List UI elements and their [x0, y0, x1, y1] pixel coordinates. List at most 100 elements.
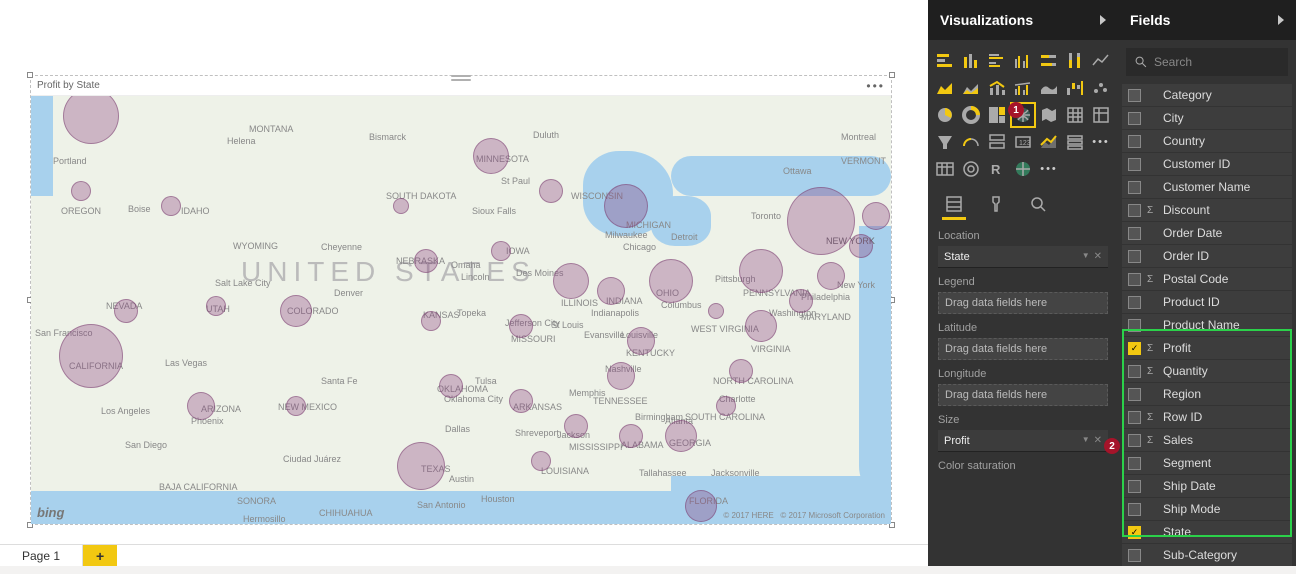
map-bubble[interactable]	[665, 420, 697, 452]
map-bubble[interactable]	[597, 277, 625, 305]
field-item[interactable]: Product ID	[1122, 291, 1292, 313]
field-item[interactable]: ΣQuantity	[1122, 360, 1292, 382]
map-bubble[interactable]	[473, 138, 509, 174]
field-item[interactable]: ΣDiscount	[1122, 199, 1292, 221]
field-checkbox[interactable]	[1128, 204, 1141, 217]
field-item[interactable]: Sub-Category	[1122, 544, 1292, 566]
field-item[interactable]: Customer Name	[1122, 176, 1292, 198]
matrix-icon[interactable]	[1090, 104, 1112, 126]
well-latitude[interactable]: Drag data fields here	[938, 338, 1108, 360]
field-checkbox[interactable]: ✓	[1128, 342, 1141, 355]
field-checkbox[interactable]	[1128, 250, 1141, 263]
field-item[interactable]: Segment	[1122, 452, 1292, 474]
field-checkbox[interactable]	[1128, 503, 1141, 516]
map-bubble[interactable]	[509, 389, 533, 413]
field-checkbox[interactable]	[1128, 89, 1141, 102]
chevron-down-icon[interactable]: ▼	[1082, 251, 1090, 262]
map-bubble[interactable]	[745, 310, 777, 342]
field-checkbox[interactable]	[1128, 296, 1141, 309]
map-bubble[interactable]	[849, 234, 873, 258]
well-longitude[interactable]: Drag data fields here	[938, 384, 1108, 406]
add-page-button[interactable]: +	[83, 545, 117, 566]
map-bubble[interactable]	[862, 202, 890, 230]
table-icon[interactable]	[1064, 104, 1086, 126]
field-item[interactable]: Region	[1122, 383, 1292, 405]
report-canvas[interactable]: Profit by State ••• UNITED STATES OREGON…	[0, 0, 928, 566]
map-bubble[interactable]	[539, 179, 563, 203]
line-stacked-column-icon[interactable]	[986, 77, 1008, 99]
field-checkbox[interactable]	[1128, 434, 1141, 447]
map-bubble[interactable]	[114, 299, 138, 323]
map-bubble[interactable]	[286, 396, 306, 416]
field-checkbox[interactable]	[1128, 227, 1141, 240]
field-item[interactable]: Category	[1122, 84, 1292, 106]
line-clustered-column-icon[interactable]	[1012, 77, 1034, 99]
map-bubble[interactable]	[206, 296, 226, 316]
map-bubble[interactable]	[649, 259, 693, 303]
well-size[interactable]: Profit ▼✕	[938, 430, 1108, 452]
chevron-down-icon[interactable]: ▼	[1082, 435, 1090, 446]
map-bubble[interactable]	[716, 396, 736, 416]
treemap-icon[interactable]	[986, 104, 1008, 126]
well-legend[interactable]: Drag data fields here	[938, 292, 1108, 314]
more-options-icon[interactable]: •••	[866, 79, 885, 93]
map-bubble[interactable]	[59, 324, 123, 388]
scatter-icon[interactable]	[1090, 77, 1112, 99]
map-bubble[interactable]	[414, 249, 438, 273]
map-bubble[interactable]	[491, 241, 511, 261]
stacked-bar-icon[interactable]	[934, 50, 956, 72]
hundred-bar-icon[interactable]	[1038, 50, 1060, 72]
r-visual-icon[interactable]: R	[986, 158, 1008, 180]
field-checkbox[interactable]	[1128, 135, 1141, 148]
field-item[interactable]: Product Name	[1122, 314, 1292, 336]
resize-handle[interactable]	[889, 72, 895, 78]
remove-icon[interactable]: ✕	[1094, 435, 1102, 446]
clustered-bar-icon[interactable]	[986, 50, 1008, 72]
field-item[interactable]: ✓State	[1122, 521, 1292, 543]
pie-icon[interactable]	[934, 104, 956, 126]
filled-map-icon[interactable]	[1038, 104, 1060, 126]
kpi-icon[interactable]	[1038, 131, 1060, 153]
hundred-column-icon[interactable]	[1064, 50, 1086, 72]
field-checkbox[interactable]	[1128, 112, 1141, 125]
ribbon-chart-icon[interactable]	[1038, 77, 1060, 99]
field-item[interactable]: Order Date	[1122, 222, 1292, 244]
map-bubble[interactable]	[393, 198, 409, 214]
map-bubble[interactable]	[509, 314, 533, 338]
map-bubble[interactable]	[729, 359, 753, 383]
table-visual-icon[interactable]	[934, 158, 956, 180]
map-bubble[interactable]	[619, 424, 643, 448]
gauge-icon[interactable]	[960, 131, 982, 153]
fields-search[interactable]: Search	[1126, 48, 1288, 76]
map-bubble[interactable]	[553, 263, 589, 299]
map-bubble[interactable]	[607, 362, 635, 390]
map-bubble[interactable]	[439, 374, 463, 398]
arcgis-icon[interactable]	[960, 158, 982, 180]
map-bubble[interactable]	[187, 392, 215, 420]
visualizations-header[interactable]: Visualizations	[928, 0, 1118, 40]
globe-visual-icon[interactable]	[1012, 158, 1034, 180]
waterfall-icon[interactable]	[1064, 77, 1086, 99]
more-visuals-icon[interactable]: •••	[1090, 131, 1112, 153]
field-item[interactable]: ΣSales	[1122, 429, 1292, 451]
field-item[interactable]: ΣPostal Code	[1122, 268, 1292, 290]
field-item[interactable]: Ship Date	[1122, 475, 1292, 497]
field-checkbox[interactable]	[1128, 181, 1141, 194]
field-checkbox[interactable]: ✓	[1128, 526, 1141, 539]
map-bubble[interactable]	[739, 249, 783, 293]
field-item[interactable]: Order ID	[1122, 245, 1292, 267]
map-bubble[interactable]	[708, 303, 724, 319]
field-item[interactable]: ΣRow ID	[1122, 406, 1292, 428]
map-bubble[interactable]	[787, 187, 855, 255]
map-bubble[interactable]	[397, 442, 445, 490]
map-bubble[interactable]	[685, 490, 717, 522]
map-bubble[interactable]	[604, 184, 648, 228]
map-bubble[interactable]	[280, 295, 312, 327]
well-location[interactable]: State ▼✕	[938, 246, 1108, 268]
area-chart-icon[interactable]	[934, 77, 956, 99]
map-bubble[interactable]	[63, 96, 119, 144]
field-checkbox[interactable]	[1128, 549, 1141, 562]
donut-icon[interactable]	[960, 104, 982, 126]
multirow-card-icon[interactable]	[986, 131, 1008, 153]
move-grip-icon[interactable]	[449, 74, 473, 82]
